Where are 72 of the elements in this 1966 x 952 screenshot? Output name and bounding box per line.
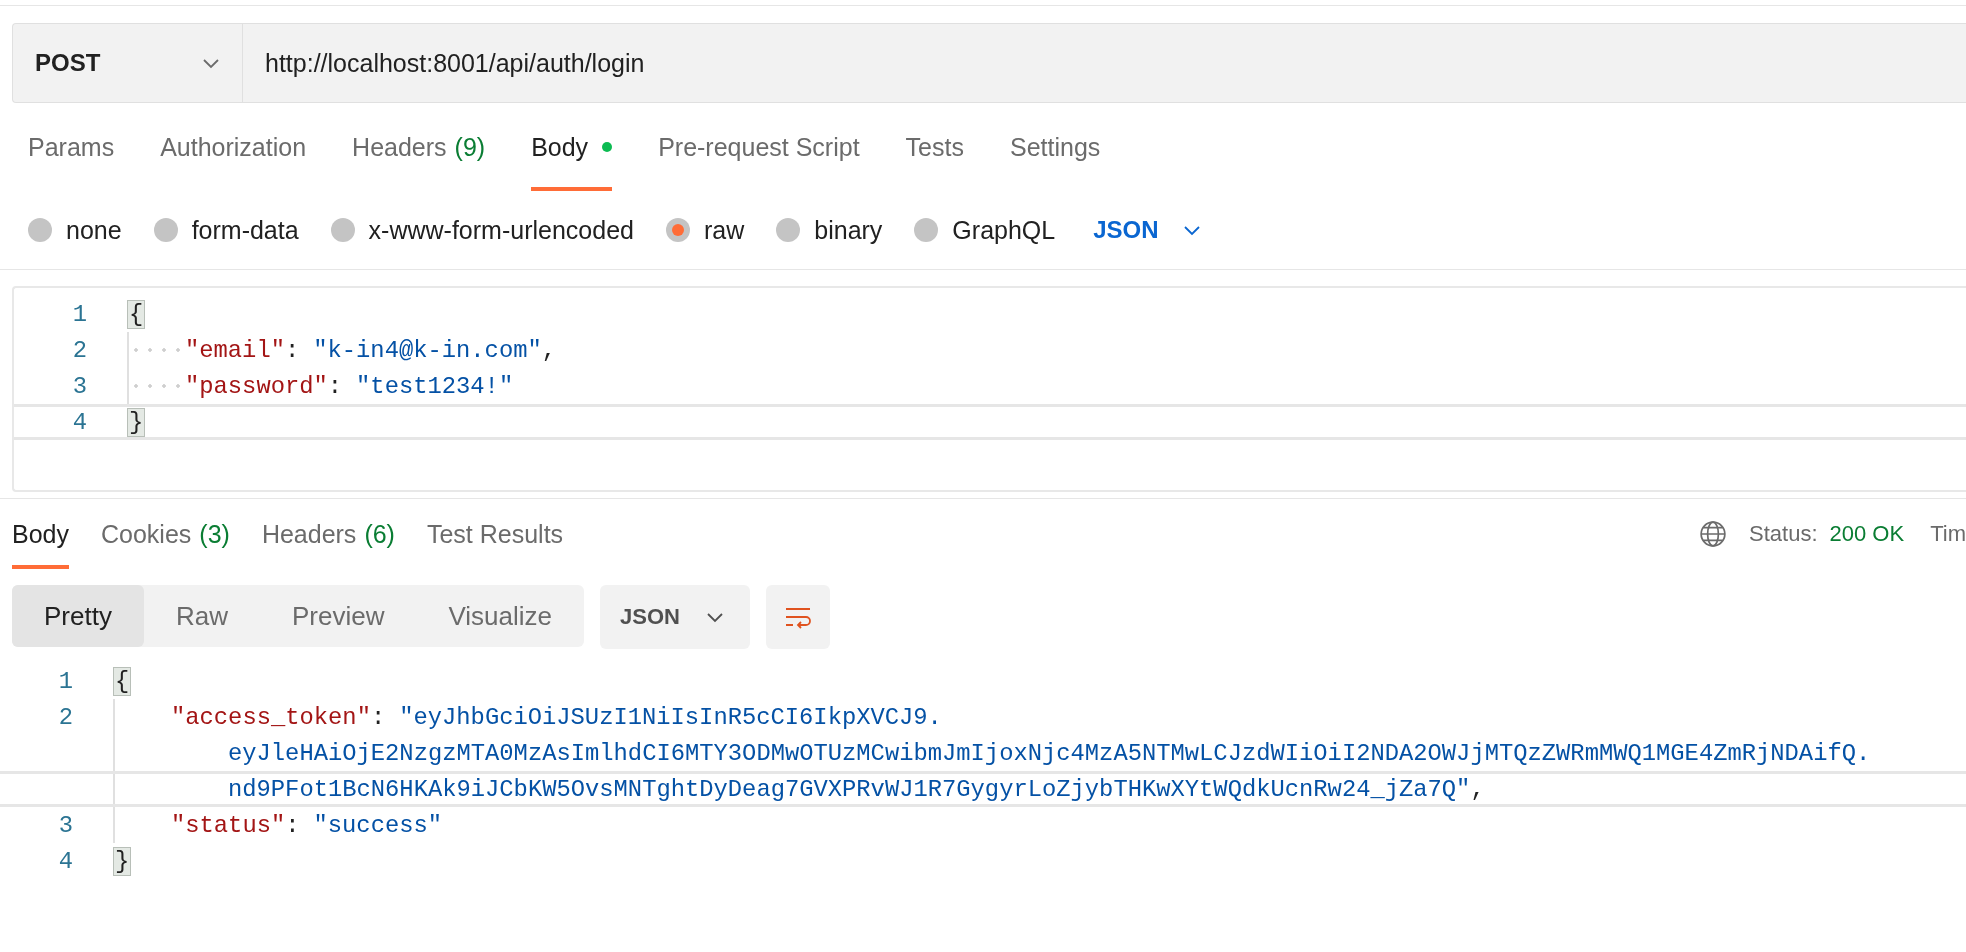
code-brace: { bbox=[113, 666, 132, 696]
response-tab[interactable]: Headers (6) bbox=[261, 503, 395, 569]
radio-button[interactable] bbox=[153, 218, 178, 242]
radio-button[interactable] bbox=[28, 218, 52, 242]
view-mode-tab[interactable]: Pretty bbox=[12, 585, 144, 647]
json-value: nd9PFot1BcN6HKAk9iJCbKW5OvsMNTghtDyDeag7GVXPRvWJ1R7GygyrLoZjybTHKwXYtWQdkUcnRw24_jZa7Q" bbox=[228, 775, 1471, 803]
radio-label: raw bbox=[703, 215, 745, 245]
radio-label: none bbox=[66, 215, 122, 245]
request-body-editor[interactable]: 1 { 2 "email": "k-in4@k-in.com", 3 "password": "test1234!" 4 } bbox=[12, 286, 1966, 492]
line-number: 2 bbox=[71, 336, 88, 364]
json-value: "test1234!" bbox=[356, 372, 514, 400]
radio-button[interactable] bbox=[665, 218, 690, 242]
chevron-down-icon bbox=[705, 611, 724, 623]
request-tab[interactable]: Authorization bbox=[160, 107, 307, 191]
line-number: 3 bbox=[57, 811, 74, 839]
radio-button[interactable] bbox=[914, 218, 939, 242]
code-brace: { bbox=[127, 299, 146, 329]
tab-count: (6) bbox=[364, 519, 395, 549]
response-tab[interactable]: Test Results bbox=[426, 503, 564, 569]
code-brace: } bbox=[127, 407, 146, 437]
radio-label: GraphQL bbox=[952, 215, 1056, 245]
url-field[interactable]: http://localhost:8001/api/auth/login bbox=[243, 24, 1966, 102]
response-tab[interactable]: Body bbox=[12, 503, 69, 569]
response-tab[interactable]: Cookies (3) bbox=[101, 503, 230, 569]
status-label: Status: bbox=[1749, 521, 1818, 547]
line-number: 1 bbox=[71, 300, 88, 328]
tab-count: (3) bbox=[199, 519, 230, 549]
code-colon: : bbox=[327, 372, 343, 400]
wrap-lines-icon bbox=[783, 605, 812, 629]
radio-label: form-data bbox=[191, 215, 299, 245]
format-dropdown[interactable]: JSON bbox=[600, 585, 750, 649]
json-value: eyJleHAiOjE2NzgzMTA0MzAsImlhdCI6MTY3ODMwOTUzMCwibmJmIjoxNjc4MzA5NTMwLCJzdWIiOiI2NDA2OWJjMTQzZWRmMWQ1MGE4ZmRjNDAifQ. bbox=[228, 739, 1871, 767]
radio-label: x-www-form-urlencoded bbox=[368, 215, 634, 245]
line-number: 3 bbox=[71, 372, 88, 400]
view-mode-tab[interactable]: Raw bbox=[143, 585, 260, 647]
line-number: 2 bbox=[57, 703, 74, 731]
time-label: Tim bbox=[1930, 521, 1966, 547]
request-tab[interactable]: Tests bbox=[905, 107, 964, 191]
chevron-down-icon bbox=[1182, 224, 1201, 236]
json-value: "eyJhbGciOiJSUzI1NiIsInR5cCI6IkpXVCJ9. bbox=[399, 703, 942, 731]
code-comma: , bbox=[541, 336, 557, 364]
radio-label: binary bbox=[814, 215, 883, 245]
tab-count: (9) bbox=[454, 132, 486, 162]
view-mode-tab[interactable]: Visualize bbox=[416, 585, 584, 647]
line-number: 4 bbox=[71, 408, 88, 436]
json-key: "email" bbox=[185, 336, 285, 364]
globe-icon[interactable] bbox=[1699, 520, 1728, 548]
request-tab[interactable]: Body bbox=[531, 107, 613, 191]
chevron-down-icon bbox=[202, 57, 220, 69]
wrap-lines-button[interactable] bbox=[765, 585, 830, 649]
code-comma: , bbox=[1470, 775, 1485, 803]
format-dropdown[interactable]: JSON bbox=[1093, 216, 1201, 244]
json-key: "password" bbox=[185, 372, 328, 400]
view-mode-tab[interactable]: Preview bbox=[259, 585, 417, 647]
code-colon: : bbox=[284, 336, 300, 364]
code-colon: : bbox=[370, 703, 386, 731]
json-key: "access_token" bbox=[171, 703, 371, 731]
json-value: "success" bbox=[313, 811, 443, 839]
radio-button[interactable] bbox=[776, 218, 801, 242]
json-value: "k-in4@k-in.com" bbox=[313, 336, 542, 364]
status-value: 200 OK bbox=[1829, 521, 1905, 547]
request-tab[interactable]: Settings bbox=[1009, 107, 1101, 191]
request-tab[interactable]: Params bbox=[28, 107, 115, 191]
code-colon: : bbox=[285, 811, 300, 839]
code-brace: } bbox=[113, 846, 132, 876]
line-number: 4 bbox=[57, 847, 74, 875]
request-tab[interactable]: Headers (9) bbox=[352, 107, 486, 191]
json-key: "status" bbox=[171, 811, 286, 839]
method-dropdown[interactable]: POST bbox=[13, 24, 243, 102]
radio-button[interactable] bbox=[330, 218, 355, 242]
request-tab[interactable]: Pre-request Script bbox=[658, 107, 860, 191]
line-number: 1 bbox=[57, 667, 74, 695]
